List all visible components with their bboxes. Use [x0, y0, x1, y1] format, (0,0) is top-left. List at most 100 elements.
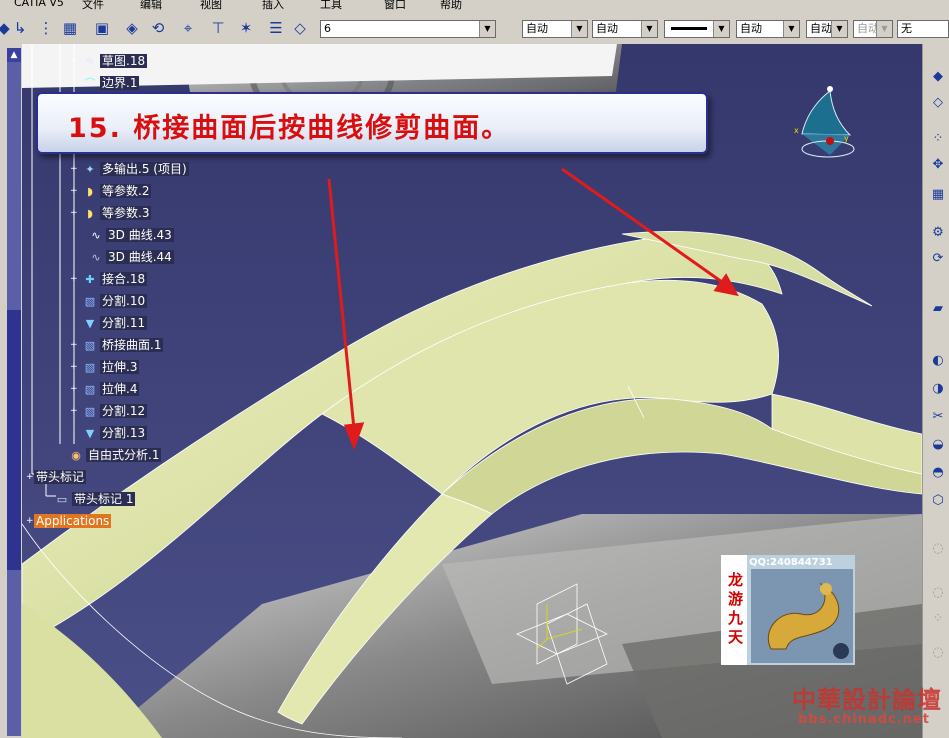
sweep-tool-icon[interactable]: ◇: [929, 94, 947, 112]
trim-tool-icon[interactable]: ✂: [929, 408, 947, 426]
curve-3d-icon: ∿: [91, 228, 101, 242]
fill-tool-icon[interactable]: ◑: [929, 380, 947, 398]
expand-icon[interactable]: +: [70, 165, 78, 174]
instruction-text: 15. 桥接曲面后按曲线修剪曲面。: [68, 113, 511, 144]
expand-icon[interactable]: +: [70, 341, 78, 350]
grid-icon[interactable]: ▦: [60, 18, 80, 38]
expand-icon[interactable]: +: [70, 407, 78, 416]
surface-tool-icon[interactable]: ◆: [929, 68, 947, 86]
table-tool-icon[interactable]: ▦: [929, 186, 947, 204]
tree-node-split-11[interactable]: ▼ 分割.11: [82, 314, 148, 332]
menu-file[interactable]: 文件: [82, 0, 104, 12]
tree-node-annotations[interactable]: 带头标记: [34, 468, 87, 486]
right-toolbar: ◆ ◇ ⁘ ✥ ▦ ⚙ ⟳ ▰ ◐ ◑ ✂ ◒ ◓ ⬡ ◌ ◌ ⁘ ◌: [922, 44, 949, 738]
cube-icon[interactable]: ◈: [122, 18, 142, 38]
project-tool-icon[interactable]: ✥: [929, 156, 947, 174]
shape-tool-icon[interactable]: ◐: [929, 352, 947, 370]
expand-icon[interactable]: +: [70, 363, 78, 372]
axis-icon[interactable]: ↳: [10, 18, 30, 38]
curve-3d-icon: ∿: [91, 250, 101, 264]
expand-icon[interactable]: +: [70, 57, 78, 66]
menu-app[interactable]: CATIA V5: [14, 0, 64, 9]
chevron-down-icon[interactable]: ▼: [571, 21, 587, 37]
tree-node-isoparametric-3[interactable]: ◗ 等参数.3: [82, 204, 152, 222]
tree-node-extrude-4[interactable]: ▧ 拉伸.4: [82, 380, 140, 398]
scroll-up-icon[interactable]: ▲: [7, 48, 21, 62]
lamp-icon[interactable]: ✶: [236, 18, 256, 38]
expand-icon[interactable]: +: [26, 473, 34, 482]
offset-tool-icon[interactable]: ◒: [929, 436, 947, 454]
thickness-select-value: 自动: [740, 22, 762, 35]
list-icon[interactable]: ☰: [266, 18, 286, 38]
material-icon[interactable]: ◇: [290, 18, 310, 38]
instruction-banner: 15. 桥接曲面后按曲线修剪曲面。: [36, 92, 708, 154]
thickness-select[interactable]: 自动 ▼: [736, 20, 800, 38]
menu-insert[interactable]: 插入: [262, 0, 284, 12]
menu-tools[interactable]: 工具: [320, 0, 342, 12]
author-logo: 龙游九天 QQ:240844731: [721, 555, 855, 665]
blend-tool-icon[interactable]: ▰: [929, 300, 947, 318]
expand-icon[interactable]: +: [70, 187, 78, 196]
watermark-url: bbs.chinadc.net: [798, 712, 930, 727]
disabled-tool-icon: ⁘: [932, 611, 944, 626]
point-type-value: 自动: [810, 22, 832, 35]
expand-icon[interactable]: +: [26, 517, 34, 526]
transform-tool-icon[interactable]: ⬡: [929, 492, 947, 510]
tree-node-boundary[interactable]: ⌒ 边界.1: [82, 74, 140, 92]
tree-node-join[interactable]: ✚ 接合.18: [82, 270, 148, 288]
menu-help[interactable]: 帮助: [440, 0, 462, 12]
layer-select-value: 6: [324, 22, 331, 35]
extrude-icon: ▧: [84, 360, 96, 374]
tree-node-extrude-3[interactable]: ▧ 拉伸.3: [82, 358, 140, 376]
disabled-tool-icon: ◌: [932, 645, 944, 660]
isoparametric-icon: ◗: [87, 184, 93, 198]
tree-node-split-13[interactable]: ▼ 分割.13: [82, 424, 148, 442]
tree-structure-icon[interactable]: ⋮: [36, 18, 56, 38]
tree-node-curve-44[interactable]: ∿ 3D 曲线.44: [88, 248, 174, 266]
menu-window[interactable]: 窗口: [384, 0, 406, 12]
swap-visible-icon[interactable]: ⟲: [148, 18, 168, 38]
fillet-tool-icon[interactable]: ◓: [929, 464, 947, 482]
disabled-tool-icon: ◌: [932, 541, 944, 556]
tree-node-sketch[interactable]: ✎ 草图.18: [82, 52, 148, 70]
connect-tool-icon[interactable]: ⟳: [929, 250, 947, 268]
color-select[interactable]: 自动 ▼: [522, 20, 588, 38]
logo-qq: QQ:240844731: [749, 557, 833, 568]
expand-icon[interactable]: +: [70, 209, 78, 218]
expand-icon[interactable]: +: [70, 385, 78, 394]
chevron-down-icon[interactable]: ▼: [831, 21, 847, 37]
menu-view[interactable]: 视图: [200, 0, 222, 12]
tree-node-split-10[interactable]: ▧ 分割.10: [82, 292, 148, 310]
hierarchy-icon[interactable]: ⊤: [208, 18, 228, 38]
tree-node-split-12[interactable]: ▧ 分割.12: [82, 402, 148, 420]
tree-node-applications[interactable]: Applications: [34, 512, 112, 530]
split-icon: ▧: [84, 294, 96, 308]
svg-text:y: y: [844, 134, 849, 143]
dragon-icon: [751, 569, 853, 663]
tree-node-isoparametric-2[interactable]: ◗ 等参数.2: [82, 182, 152, 200]
expand-icon[interactable]: +: [70, 275, 78, 284]
linetype-select[interactable]: ▼: [664, 20, 730, 38]
chevron-down-icon[interactable]: ▼: [783, 21, 799, 37]
tree-node-annotation-1[interactable]: ▭ 带头标记 1: [54, 490, 136, 508]
extrude-icon: ▧: [84, 382, 96, 396]
chevron-down-icon[interactable]: ▼: [713, 21, 729, 37]
tree-node-curve-43[interactable]: ∿ 3D 曲线.43: [88, 226, 174, 244]
tree-node-freestyle-analysis[interactable]: ◉ 自由式分析.1: [68, 446, 162, 464]
grid-tool-icon[interactable]: ⁘: [929, 130, 947, 148]
point-type-select[interactable]: 自动 ▼: [806, 20, 848, 38]
chevron-down-icon[interactable]: ▼: [479, 21, 495, 37]
measure-icon[interactable]: ⌖: [178, 18, 198, 38]
boundary-icon: ⌒: [84, 76, 96, 90]
layer-select[interactable]: 6 ▼: [320, 20, 496, 38]
chevron-down-icon[interactable]: ▼: [641, 21, 657, 37]
menu-edit[interactable]: 编辑: [140, 0, 162, 12]
tree-node-blend-surface[interactable]: ▧ 桥接曲面.1: [82, 336, 164, 354]
transparency-select[interactable]: 自动 ▼: [592, 20, 658, 38]
layer-icon[interactable]: ▣: [92, 18, 112, 38]
multi-output-icon: ✦: [85, 162, 95, 176]
scrollbar-thumb[interactable]: [7, 310, 21, 570]
tree-node-multi-output[interactable]: ✦ 多输出.5 (项目): [82, 160, 189, 178]
analysis-tool-icon[interactable]: ⚙: [929, 224, 947, 242]
layer-filter-select[interactable]: 无: [897, 20, 949, 38]
